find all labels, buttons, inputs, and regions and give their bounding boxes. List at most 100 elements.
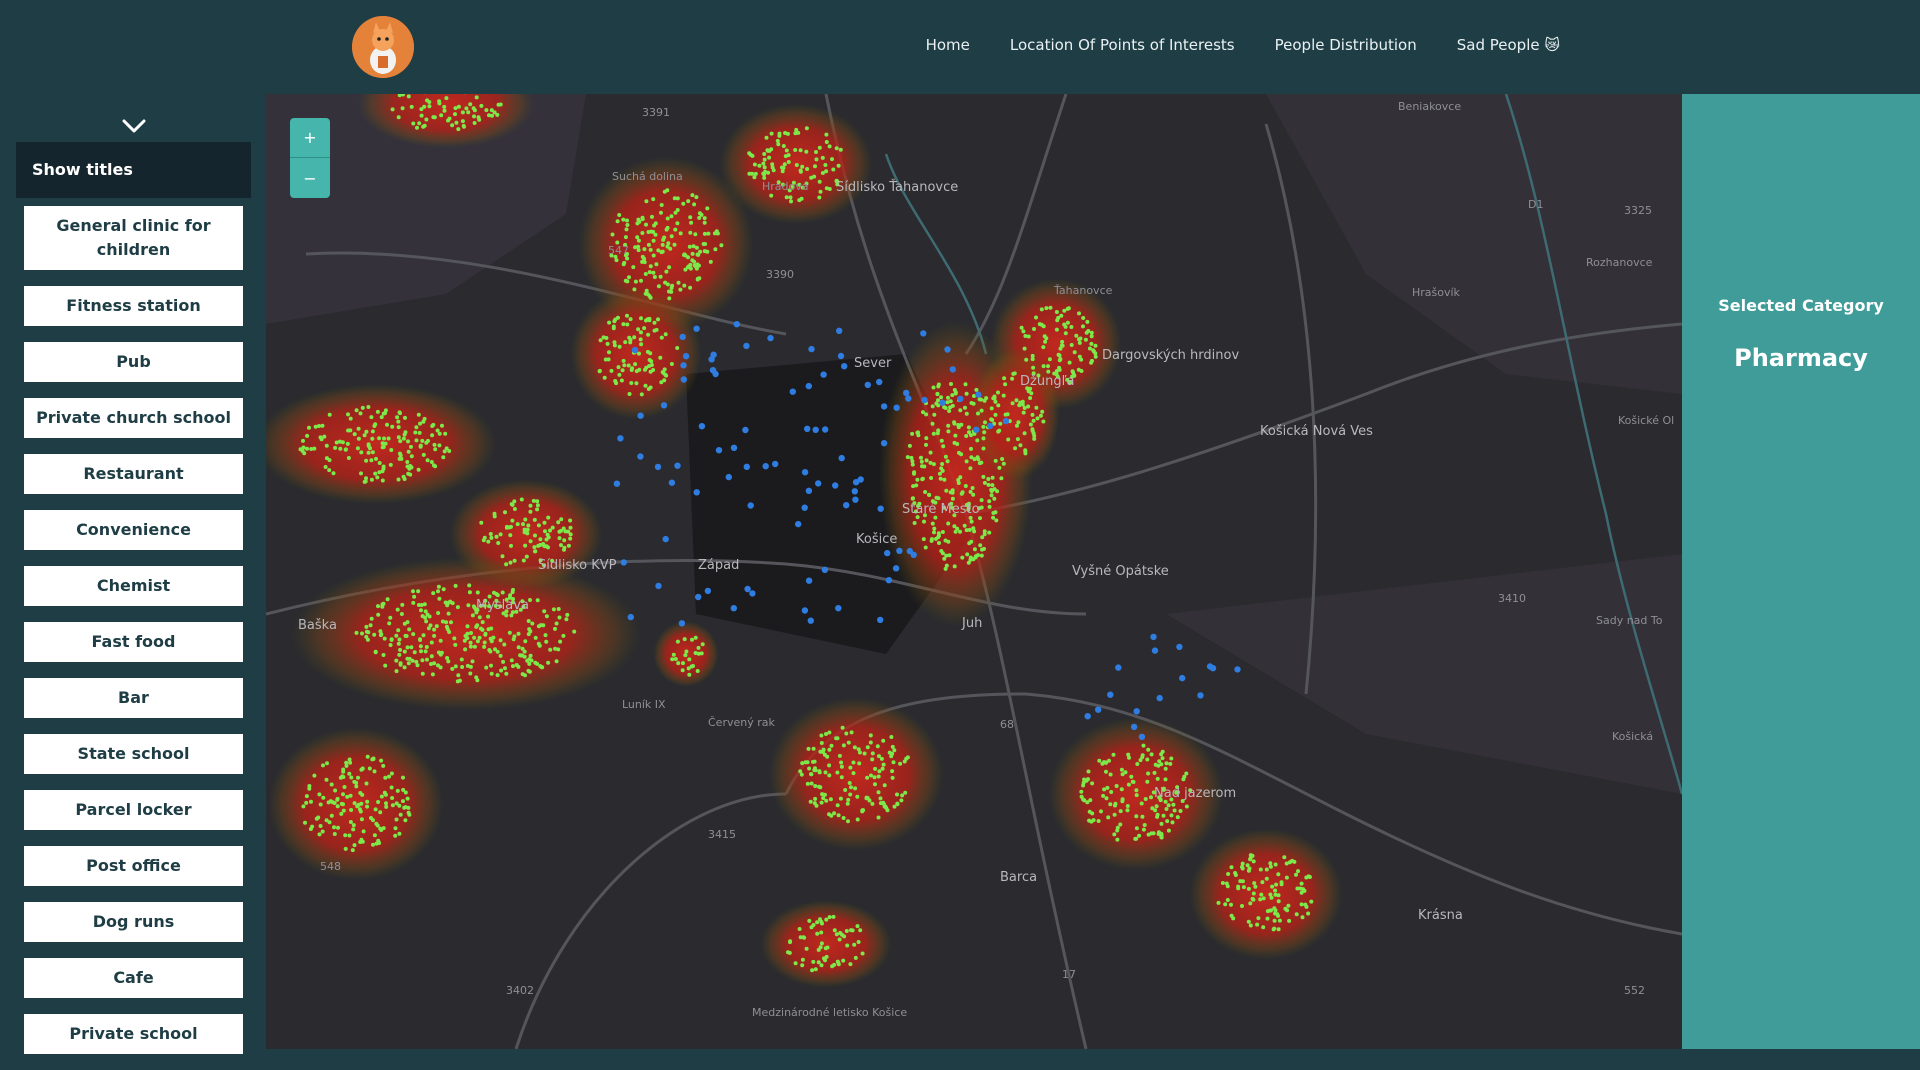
nav-sad-people[interactable]: Sad People 😿 [1457, 36, 1560, 54]
pharmacy-point[interactable] [669, 480, 675, 486]
pharmacy-point[interactable] [655, 464, 661, 470]
pharmacy-point[interactable] [1115, 664, 1121, 670]
pharmacy-point[interactable] [806, 383, 812, 389]
pharmacy-point[interactable] [836, 328, 842, 334]
pharmacy-point[interactable] [710, 367, 716, 373]
pharmacy-point[interactable] [944, 346, 950, 352]
pharmacy-point[interactable] [1234, 666, 1240, 672]
pharmacy-point[interactable] [705, 588, 711, 594]
pharmacy-point[interactable] [663, 536, 669, 542]
pharmacy-point[interactable] [852, 497, 858, 503]
pharmacy-point[interactable] [680, 362, 686, 368]
pharmacy-point[interactable] [731, 445, 737, 451]
pharmacy-point[interactable] [896, 548, 902, 554]
category-fast-food[interactable]: Fast food [24, 622, 243, 662]
category-parcel-locker[interactable]: Parcel locker [24, 790, 243, 830]
category-cafe[interactable]: Cafe [24, 958, 243, 998]
pharmacy-point[interactable] [877, 617, 883, 623]
category-general-clinic-children[interactable]: General clinic for children [24, 206, 243, 270]
category-state-school[interactable]: State school [24, 734, 243, 774]
pharmacy-point[interactable] [628, 614, 634, 620]
nav-people-distribution[interactable]: People Distribution [1275, 36, 1417, 54]
show-titles-toggle[interactable]: Show titles [16, 142, 251, 198]
pharmacy-point[interactable] [772, 461, 778, 467]
pharmacy-point[interactable] [813, 427, 819, 433]
pharmacy-point[interactable] [884, 550, 890, 556]
pharmacy-point[interactable] [749, 590, 755, 596]
pharmacy-point[interactable] [806, 488, 812, 494]
pharmacy-point[interactable] [950, 366, 956, 372]
pharmacy-point[interactable] [975, 391, 981, 397]
pharmacy-point[interactable] [693, 326, 699, 332]
category-dog-runs[interactable]: Dog runs [24, 902, 243, 942]
pharmacy-point[interactable] [1197, 692, 1203, 698]
pharmacy-point[interactable] [852, 488, 858, 494]
pharmacy-point[interactable] [1003, 418, 1009, 424]
category-private-church-school[interactable]: Private church school [24, 398, 243, 438]
pharmacy-point[interactable] [894, 405, 900, 411]
pharmacy-point[interactable] [804, 426, 810, 432]
map-canvas[interactable] [266, 94, 1682, 1049]
pharmacy-point[interactable] [674, 463, 680, 469]
pharmacy-point[interactable] [1152, 647, 1158, 653]
category-private-school[interactable]: Private school [24, 1014, 243, 1054]
pharmacy-point[interactable] [1179, 675, 1185, 681]
pharmacy-point[interactable] [763, 463, 769, 469]
pharmacy-point[interactable] [808, 618, 814, 624]
pharmacy-point[interactable] [681, 376, 687, 382]
pharmacy-point[interactable] [1210, 665, 1216, 671]
pharmacy-point[interactable] [731, 605, 737, 611]
pharmacy-point[interactable] [822, 426, 828, 432]
pharmacy-point[interactable] [832, 482, 838, 488]
nav-location-poi[interactable]: Location Of Points of Interests [1010, 36, 1235, 54]
pharmacy-point[interactable] [699, 423, 705, 429]
pharmacy-point[interactable] [767, 335, 773, 341]
pharmacy-point[interactable] [614, 481, 620, 487]
pharmacy-point[interactable] [802, 607, 808, 613]
pharmacy-point[interactable] [743, 343, 749, 349]
pharmacy-point[interactable] [881, 440, 887, 446]
pharmacy-point[interactable] [790, 389, 796, 395]
pharmacy-point[interactable] [637, 413, 643, 419]
pharmacy-point[interactable] [748, 502, 754, 508]
pharmacy-point[interactable] [878, 506, 884, 512]
pharmacy-point[interactable] [1085, 713, 1091, 719]
pharmacy-point[interactable] [987, 423, 993, 429]
pharmacy-point[interactable] [1095, 707, 1101, 713]
category-pub[interactable]: Pub [24, 342, 243, 382]
pharmacy-point[interactable] [1157, 695, 1163, 701]
pharmacy-point[interactable] [679, 620, 685, 626]
pharmacy-point[interactable] [903, 390, 909, 396]
pharmacy-point[interactable] [881, 403, 887, 409]
pharmacy-point[interactable] [973, 427, 979, 433]
pharmacy-point[interactable] [1134, 708, 1140, 714]
pharmacy-point[interactable] [802, 505, 808, 511]
pharmacy-point[interactable] [1150, 634, 1156, 640]
category-chemist[interactable]: Chemist [24, 566, 243, 606]
pharmacy-point[interactable] [843, 502, 849, 508]
pharmacy-point[interactable] [695, 594, 701, 600]
nav-home[interactable]: Home [926, 36, 970, 54]
pharmacy-point[interactable] [637, 453, 643, 459]
pharmacy-point[interactable] [838, 353, 844, 359]
pharmacy-point[interactable] [921, 397, 927, 403]
zoom-out-button[interactable]: − [290, 158, 330, 198]
category-post-office[interactable]: Post office [24, 846, 243, 886]
pharmacy-point[interactable] [802, 469, 808, 475]
pharmacy-point[interactable] [806, 578, 812, 584]
pharmacy-point[interactable] [744, 464, 750, 470]
category-restaurant[interactable]: Restaurant [24, 454, 243, 494]
pharmacy-point[interactable] [716, 447, 722, 453]
pharmacy-point[interactable] [835, 605, 841, 611]
category-fitness-station[interactable]: Fitness station [24, 286, 243, 326]
pharmacy-point[interactable] [1176, 644, 1182, 650]
pharmacy-point[interactable] [939, 400, 945, 406]
pharmacy-point[interactable] [905, 395, 911, 401]
pharmacy-point[interactable] [744, 586, 750, 592]
pharmacy-point[interactable] [865, 382, 871, 388]
pharmacy-point[interactable] [708, 356, 714, 362]
pharmacy-point[interactable] [1139, 734, 1145, 740]
pharmacy-point[interactable] [795, 521, 801, 527]
pharmacy-point[interactable] [841, 363, 847, 369]
pharmacy-point[interactable] [822, 567, 828, 573]
